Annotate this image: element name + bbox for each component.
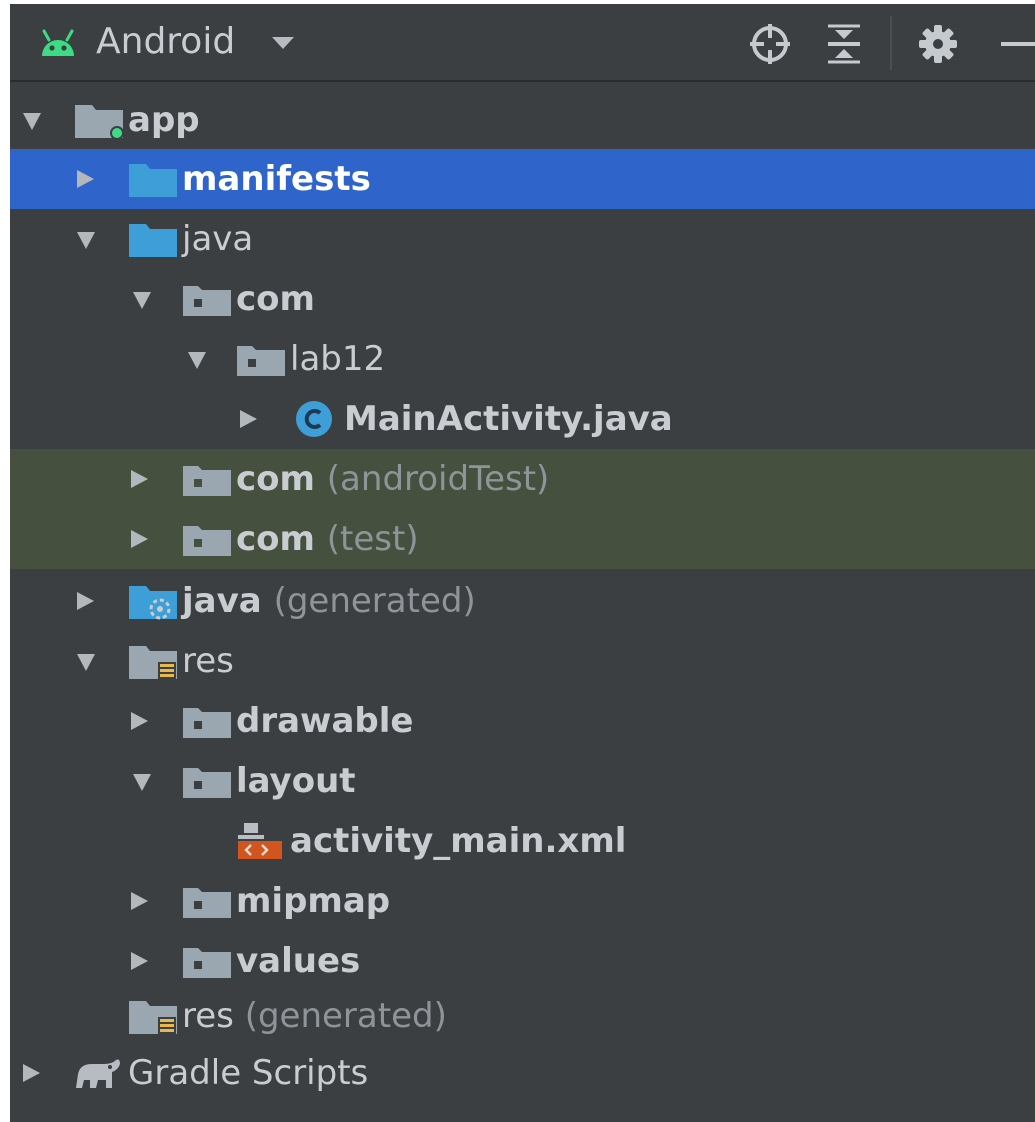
tree-node-label: res — [182, 641, 234, 681]
tree-node-gradle-scripts[interactable]: Gradle Scripts — [10, 1043, 1035, 1103]
tree-node-scope: (androidTest) — [326, 459, 550, 499]
tree-node-manifests[interactable]: manifests — [10, 149, 1035, 209]
tree-node-label: com — [236, 519, 315, 559]
package-icon — [183, 888, 231, 918]
toolbar-separator — [890, 16, 892, 70]
tree-node-com-androidtest[interactable]: com (androidTest) — [10, 449, 1035, 509]
folder-icon — [129, 164, 177, 197]
package-icon — [183, 768, 231, 798]
package-icon — [183, 466, 231, 496]
tree-node-scope: (generated) — [273, 581, 476, 621]
gear-icon[interactable] — [916, 22, 960, 66]
module-folder-icon — [75, 105, 124, 139]
tree-node-mainactivity[interactable]: MainActivity.java — [10, 389, 1035, 449]
collapse-arrow-icon[interactable] — [240, 410, 257, 428]
expand-arrow-icon[interactable] — [77, 232, 95, 249]
package-icon — [183, 708, 231, 738]
gradle-elephant-icon — [76, 1059, 120, 1088]
tree-node-label: java — [182, 581, 262, 621]
collapse-arrow-icon[interactable] — [23, 1064, 40, 1082]
tree-node-layout[interactable]: layout — [10, 751, 1035, 811]
tree-node-mipmap[interactable]: mipmap — [10, 871, 1035, 931]
tree-node-label: com — [236, 459, 315, 499]
collapse-arrow-icon[interactable] — [131, 470, 148, 488]
collapse-arrow-icon[interactable] — [77, 592, 94, 610]
tree-node-scope: (test) — [326, 519, 419, 559]
expand-arrow-icon[interactable] — [133, 292, 151, 309]
resource-folder-icon — [129, 646, 177, 679]
collapse-arrow-icon[interactable] — [131, 892, 148, 910]
tree-node-lab12[interactable]: lab12 — [10, 329, 1035, 389]
tree-node-label: mipmap — [236, 881, 391, 921]
resource-folder-icon — [129, 1001, 177, 1034]
source-folder-icon — [129, 224, 177, 257]
tree-node-label: drawable — [236, 701, 414, 741]
tree-node-drawable[interactable]: drawable — [10, 691, 1035, 751]
collapse-all-icon[interactable] — [822, 22, 866, 66]
java-class-icon — [296, 401, 332, 437]
expand-arrow-icon[interactable] — [188, 352, 206, 369]
package-icon — [183, 948, 231, 978]
collapse-arrow-icon[interactable] — [77, 170, 94, 188]
collapse-arrow-icon[interactable] — [131, 530, 148, 548]
project-toolbar: Android — [10, 4, 1035, 82]
tree-node-label: com — [236, 279, 315, 319]
collapse-arrow-icon[interactable] — [131, 952, 148, 970]
tree-node-label: values — [236, 941, 361, 981]
tree-node-label: res — [182, 996, 234, 1036]
tree-node-res-generated[interactable]: res (generated) — [10, 986, 1035, 1046]
expand-arrow-icon[interactable] — [133, 774, 151, 791]
tree-node-values[interactable]: values — [10, 931, 1035, 991]
tree-node-label: app — [128, 100, 200, 140]
crosshair-locate-icon[interactable] — [748, 22, 792, 66]
expand-arrow-icon[interactable] — [23, 113, 41, 130]
tree-node-com-test[interactable]: com (test) — [10, 509, 1035, 569]
android-icon — [42, 29, 74, 56]
tree-node-com[interactable]: com — [10, 269, 1035, 329]
tree-node-app[interactable]: app — [10, 90, 1035, 150]
tree-node-label: Gradle Scripts — [128, 1053, 369, 1093]
tree-node-java[interactable]: java — [10, 209, 1035, 269]
tree-node-label: lab12 — [290, 339, 386, 379]
tree-node-scope: (generated) — [244, 996, 447, 1036]
minimize-icon[interactable] — [995, 22, 1035, 66]
generated-source-folder-icon — [129, 586, 177, 620]
expand-arrow-icon[interactable] — [77, 654, 95, 671]
tree-node-label: manifests — [182, 159, 371, 199]
tree-node-label: java — [182, 219, 254, 259]
tree-node-label: activity_main.xml — [290, 821, 627, 861]
tree-node-activity-main-xml[interactable]: activity_main.xml — [10, 811, 1035, 871]
collapse-arrow-icon[interactable] — [131, 712, 148, 730]
tree-node-label: layout — [236, 761, 356, 801]
tree-node-java-generated[interactable]: java (generated) — [10, 571, 1035, 631]
package-icon — [237, 346, 285, 376]
tree-node-label: MainActivity.java — [344, 399, 673, 439]
project-view-selector[interactable]: Android — [96, 18, 235, 66]
tree-node-res[interactable]: res — [10, 631, 1035, 691]
package-icon — [183, 286, 231, 316]
project-tool-window: Android app manifests java com lab12 Mai… — [10, 4, 1035, 1122]
package-icon — [183, 526, 231, 556]
layout-xml-file-icon — [238, 823, 282, 859]
triangle-down-icon[interactable] — [272, 37, 294, 49]
